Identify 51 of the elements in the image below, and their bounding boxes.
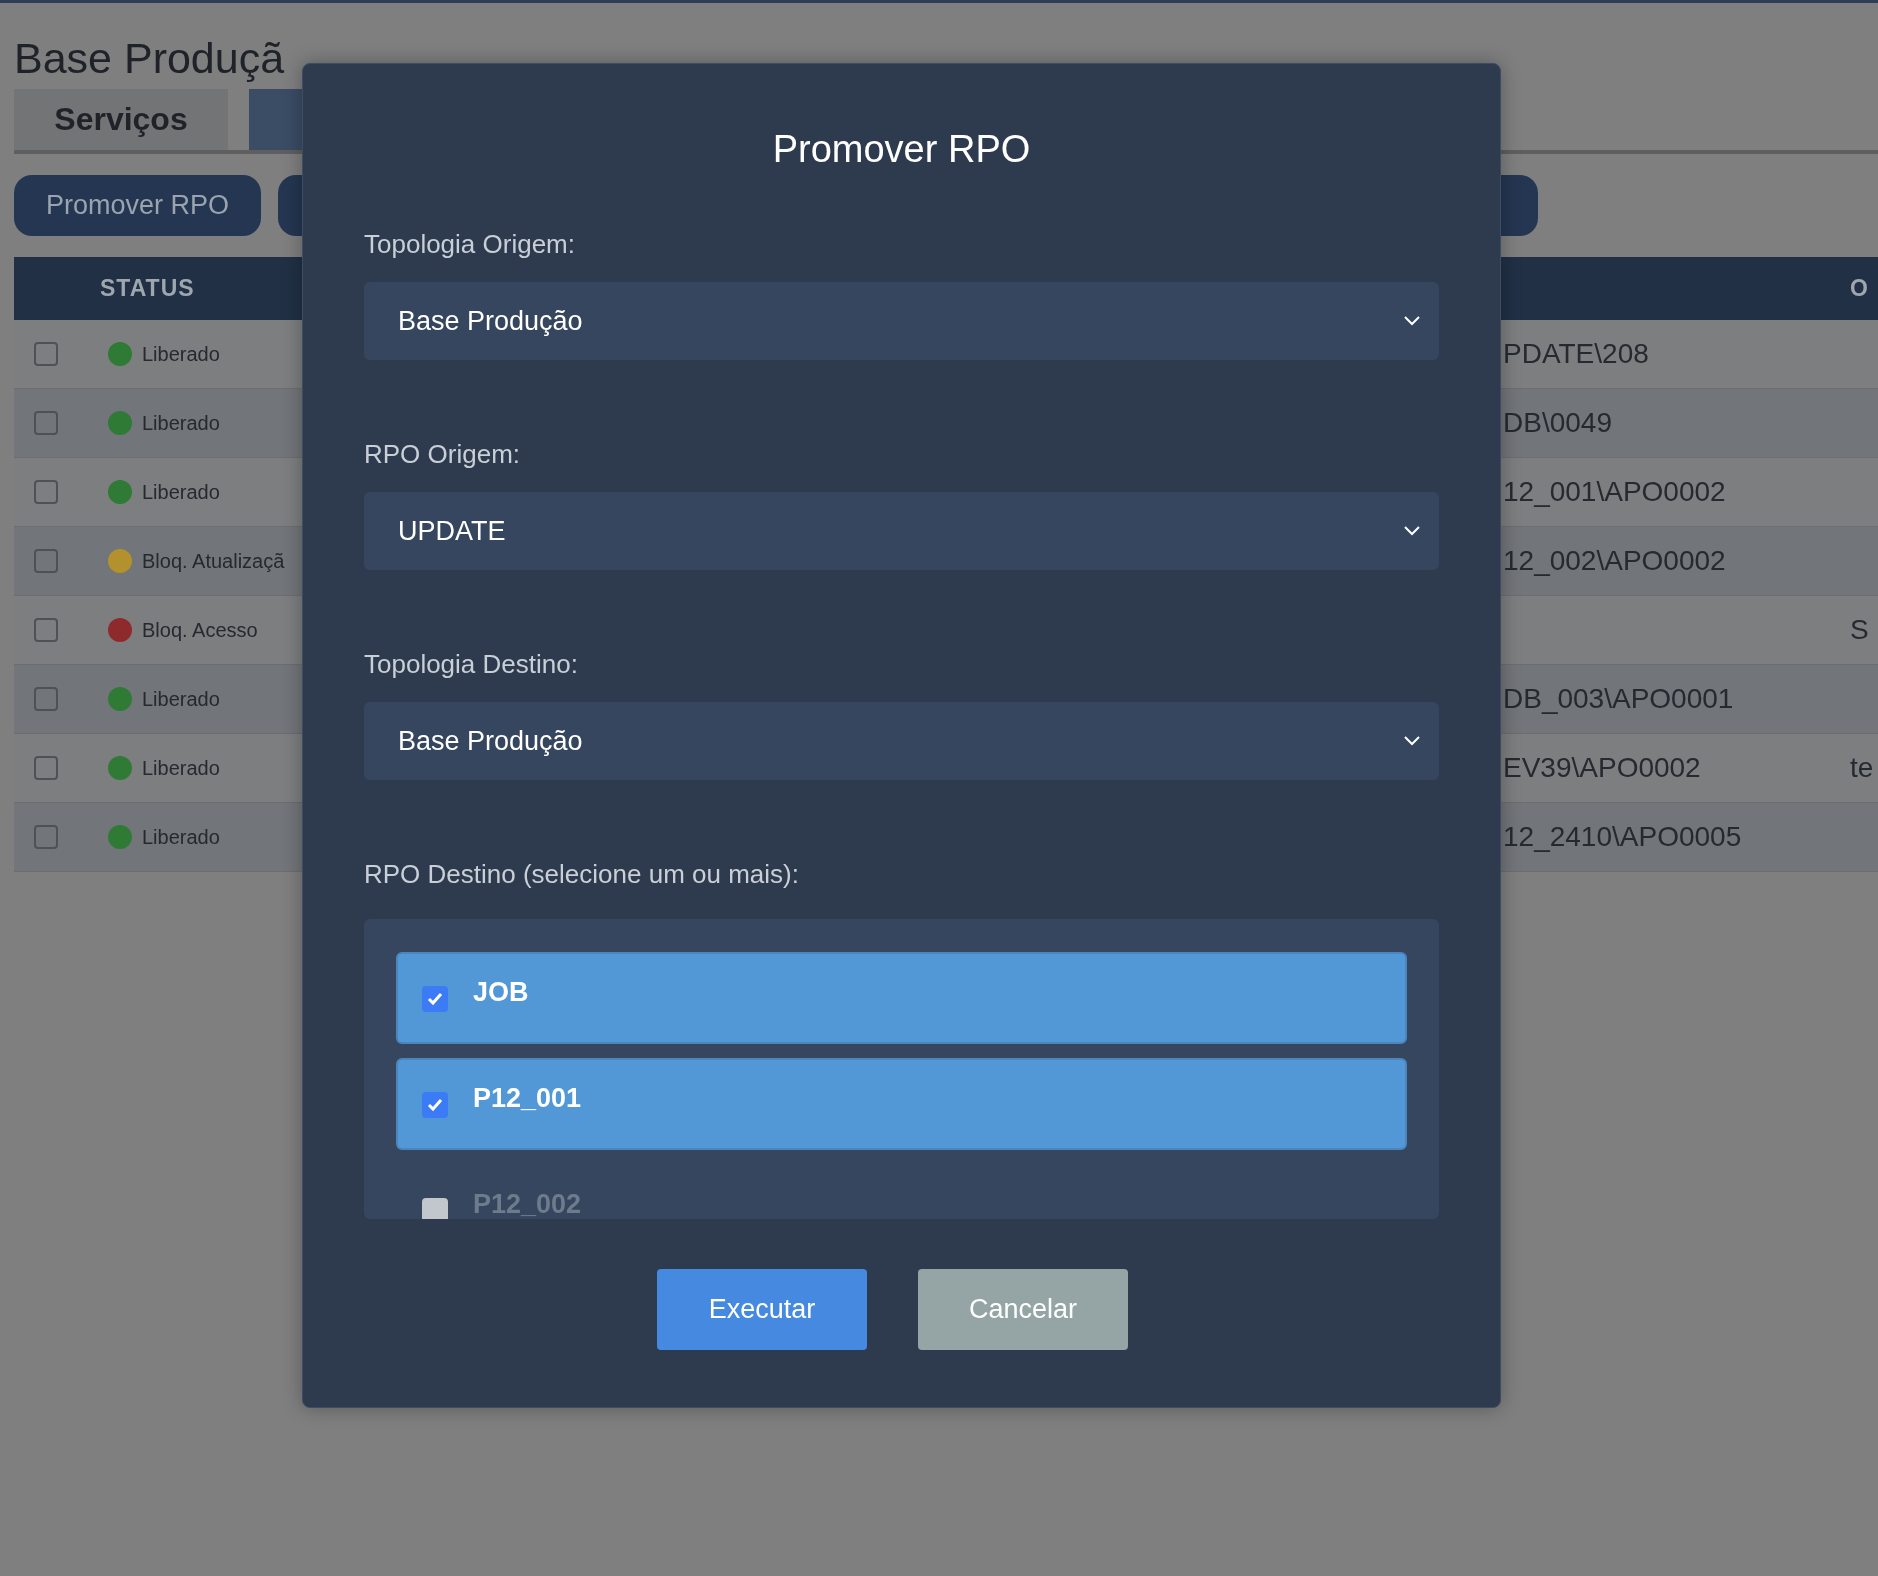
option-checkbox[interactable] [422, 1092, 448, 1118]
table-cell: te [1850, 752, 1874, 784]
dropdown[interactable]: Base Produção [364, 702, 1439, 780]
table-cell: PDATE\208 [1503, 338, 1649, 370]
row-checkbox[interactable] [34, 480, 58, 504]
check-icon [427, 992, 443, 1006]
field-label: RPO Destino (selecione um ou mais): [364, 859, 800, 889]
status-text: Liberado [142, 687, 220, 711]
table-cell: 12_001\APO0002 [1503, 476, 1726, 508]
status-text: Liberado [142, 342, 220, 366]
option-checkbox[interactable] [422, 1198, 448, 1219]
row-checkbox[interactable] [34, 825, 58, 849]
table-cell: S [1850, 614, 1869, 646]
column-header: O [1850, 275, 1870, 302]
execute-button[interactable]: Executar [657, 1269, 867, 1350]
status-text: Bloq. Acesso [142, 618, 258, 642]
chevron-down-icon [1403, 315, 1421, 327]
status-text: Liberado [142, 825, 220, 849]
column-header: STATUS [100, 275, 196, 302]
field-label: Topologia Destino: [364, 649, 579, 679]
table-cell: EV39\APO0002 [1503, 752, 1701, 784]
row-checkbox[interactable] [34, 687, 58, 711]
table-cell: 12_002\APO0002 [1503, 545, 1726, 577]
dropdown[interactable]: UPDATE [364, 492, 1439, 570]
row-checkbox[interactable] [34, 756, 58, 780]
status-text: Liberado [142, 756, 220, 780]
option-checkbox[interactable] [422, 986, 448, 1012]
dropdown[interactable]: Base Produção [364, 282, 1439, 360]
field-label: RPO Origem: [364, 439, 522, 469]
option-item[interactable]: P12_001 [396, 1058, 1407, 1150]
table-cell: 12_2410\APO0005 [1503, 821, 1742, 853]
row-checkbox[interactable] [34, 411, 58, 435]
table-cell: DB_003\APO0001 [1503, 683, 1734, 715]
field-label: Topologia Origem: [364, 229, 576, 259]
row-checkbox[interactable] [34, 549, 58, 573]
tab[interactable]: Serviços [14, 89, 228, 150]
page-title: Base Produçã [14, 33, 286, 84]
option-item[interactable]: P12_002 [396, 1164, 1407, 1219]
chevron-down-icon [1403, 525, 1421, 537]
table-cell: DB\0049 [1503, 407, 1612, 439]
toolbar-button[interactable]: Promover RPO [14, 175, 262, 236]
check-icon [427, 1098, 443, 1112]
status-text: Liberado [142, 411, 220, 435]
option-item[interactable]: JOB [396, 952, 1407, 1044]
row-checkbox[interactable] [34, 618, 58, 642]
status-text: Liberado [142, 480, 220, 504]
dialog-title: Promover RPO [771, 127, 1032, 172]
row-checkbox[interactable] [34, 342, 58, 366]
cancel-button[interactable]: Cancelar [918, 1269, 1128, 1350]
status-text: Bloq. Atualizaçã [142, 549, 285, 573]
chevron-down-icon [1403, 735, 1421, 747]
